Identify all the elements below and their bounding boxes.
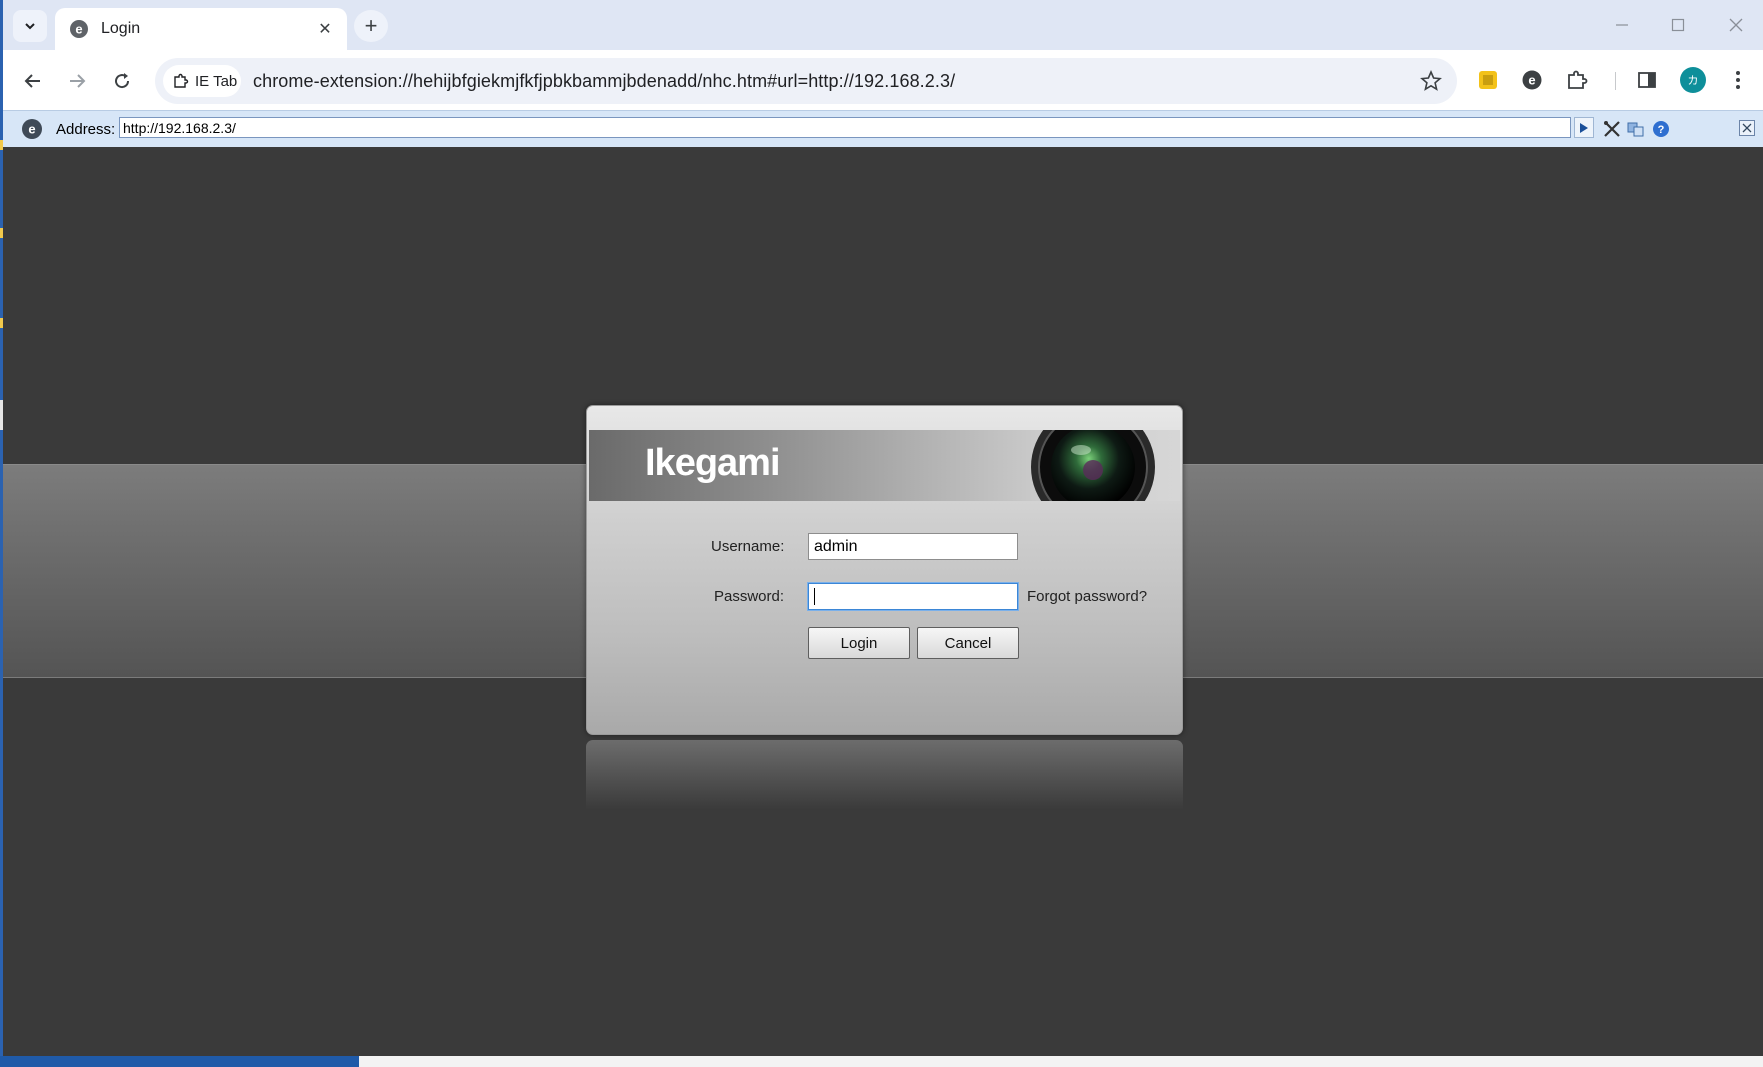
- puzzle-icon: [1568, 70, 1588, 89]
- chip-label: IE Tab: [195, 72, 238, 90]
- back-arrow-icon: [24, 74, 40, 88]
- kebab-menu-icon: [1736, 71, 1740, 89]
- svg-text:e: e: [75, 22, 82, 37]
- side-panel-icon: [1638, 72, 1656, 88]
- username-field[interactable]: admin: [808, 533, 1018, 560]
- extension-yellow-icon: [1479, 71, 1497, 89]
- compat-button[interactable]: [1626, 119, 1646, 139]
- login-header-banner: Ikegami: [589, 430, 1180, 501]
- tab-search-button[interactable]: [13, 10, 47, 42]
- ie-tab-address-bar: e Address: http://192.168.2.3/ ?: [3, 110, 1763, 148]
- url-text: chrome-extension://hehijbfgiekmjfkfjpbkb…: [253, 71, 956, 91]
- address-label: Address:: [56, 121, 116, 138]
- ie-logo-icon: e: [22, 119, 42, 139]
- tools-icon: [1604, 121, 1620, 137]
- tab-title: Login: [101, 20, 141, 37]
- reload-button[interactable]: [105, 65, 139, 97]
- camera-lens-icon: [1031, 430, 1155, 501]
- cancel-button[interactable]: Cancel: [917, 627, 1019, 659]
- browser-window: e Login ✕ + IE Tab chrome-extension://he…: [3, 0, 1763, 1056]
- reload-icon: [115, 73, 130, 89]
- extensions-button[interactable]: [1561, 64, 1593, 96]
- brand-logo: Ikegami: [645, 442, 781, 484]
- help-button[interactable]: ?: [1651, 119, 1671, 139]
- login-dialog: Ikegami Username: admin Password: Forgot…: [586, 405, 1183, 735]
- forgot-password-link[interactable]: Forgot password?: [1027, 588, 1147, 605]
- browser-toolbar: IE Tab chrome-extension://hehijbfgiekmjf…: [3, 50, 1763, 110]
- username-label: Username:: [711, 538, 785, 555]
- forward-arrow-icon: [70, 74, 86, 88]
- ie-tab-extension-button[interactable]: e: [1516, 64, 1548, 96]
- login-button[interactable]: Login: [808, 627, 910, 659]
- background-document: [359, 1056, 1763, 1067]
- extension-chip[interactable]: IE Tab: [163, 65, 241, 97]
- bookmark-star-button[interactable]: [1419, 69, 1443, 93]
- menu-button[interactable]: [1722, 64, 1754, 96]
- ie-address-input[interactable]: http://192.168.2.3/: [119, 117, 1571, 138]
- help-icon: ?: [1653, 121, 1669, 137]
- minimize-icon: [1616, 24, 1628, 26]
- tools-button[interactable]: [1602, 119, 1622, 139]
- maximize-button[interactable]: [1655, 10, 1701, 40]
- svg-text:?: ?: [1658, 124, 1665, 136]
- page-content: Ikegami Username: admin Password: Forgot…: [3, 147, 1763, 1056]
- ie-tab-icon: e: [1522, 70, 1542, 90]
- profile-avatar[interactable]: カ: [1680, 67, 1706, 93]
- svg-text:e: e: [1528, 73, 1535, 88]
- desktop-bottom-strip: [0, 1056, 1763, 1067]
- star-icon: [1420, 70, 1442, 91]
- minimize-button[interactable]: [1599, 10, 1645, 40]
- back-button[interactable]: [16, 65, 50, 97]
- tab-login[interactable]: e Login ✕: [55, 8, 347, 50]
- chevron-down-icon: [25, 23, 35, 30]
- puzzle-icon: [174, 73, 189, 88]
- close-window-button[interactable]: [1713, 10, 1759, 40]
- new-tab-button[interactable]: +: [354, 10, 388, 42]
- password-field[interactable]: [808, 583, 1018, 610]
- toolbar-divider: [1615, 72, 1616, 90]
- tab-close-icon[interactable]: ✕: [313, 17, 337, 41]
- side-panel-button[interactable]: [1631, 64, 1663, 96]
- forward-button[interactable]: [60, 65, 94, 97]
- title-bar: e Login ✕ +: [3, 0, 1763, 50]
- text-caret: [814, 588, 815, 606]
- extension-yellow-button[interactable]: [1472, 64, 1504, 96]
- play-arrow-icon: [1580, 122, 1588, 133]
- compat-view-icon: [1627, 122, 1644, 137]
- dialog-reflection: [586, 740, 1183, 810]
- password-label: Password:: [714, 588, 785, 605]
- maximize-icon: [1671, 18, 1685, 32]
- ie-bar-close-button[interactable]: [1739, 120, 1755, 136]
- go-button[interactable]: [1574, 117, 1594, 138]
- address-bar[interactable]: IE Tab chrome-extension://hehijbfgiekmjf…: [155, 58, 1457, 104]
- close-icon: [1742, 123, 1752, 133]
- svg-text:e: e: [28, 122, 35, 137]
- ie-favicon-icon: e: [70, 20, 88, 38]
- close-icon: [1729, 18, 1743, 32]
